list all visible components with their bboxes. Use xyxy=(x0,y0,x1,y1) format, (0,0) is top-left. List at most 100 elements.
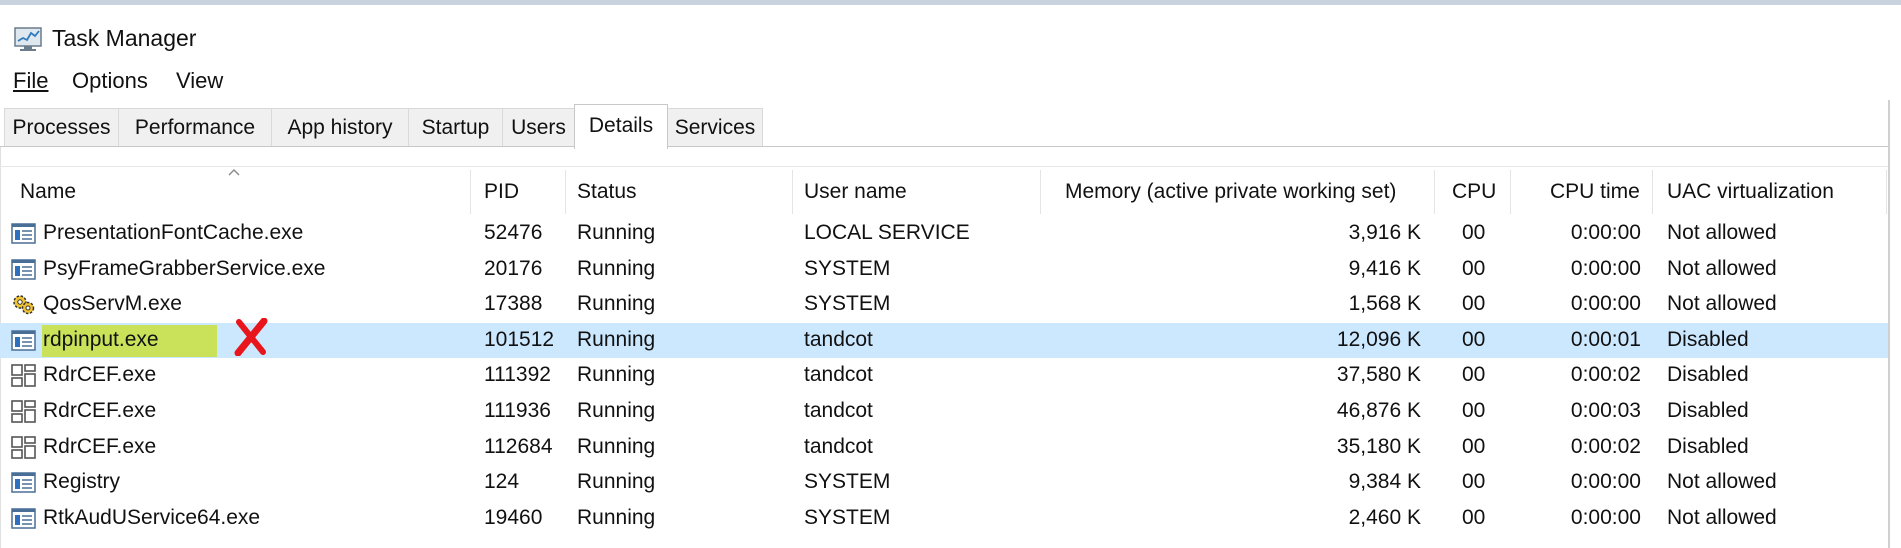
cell-pid: 111936 xyxy=(484,399,551,422)
menu-bar: File Options View xyxy=(0,62,1901,100)
tab-app-history[interactable]: App history xyxy=(271,108,409,146)
column-separator[interactable] xyxy=(1510,170,1511,214)
cell-memory: 9,384 K xyxy=(1348,470,1421,494)
column-header-uac-virtualization[interactable]: UAC virtualization xyxy=(1667,180,1834,204)
tab-performance[interactable]: Performance xyxy=(118,108,272,146)
cell-status: Running xyxy=(577,505,656,529)
table-row[interactable]: RtkAudUService64.exe 19460 Running SYSTEM 2,… xyxy=(0,501,1888,536)
cell-name: RdrCEF.exe xyxy=(43,399,157,422)
cell-user-name: tandcot xyxy=(804,327,873,351)
cell-user-name: tandcot xyxy=(804,399,873,422)
cell-name: QosServM.exe xyxy=(43,292,182,316)
column-header-user-name[interactable]: User name xyxy=(804,180,907,204)
cell-memory: 12,096 K xyxy=(1336,327,1421,351)
tab-bar-divider xyxy=(0,146,1890,147)
cell-memory: 35,180 K xyxy=(1336,434,1421,458)
cell-cpu-time: 0:00:00 xyxy=(1570,221,1641,244)
cell-user-name: SYSTEM xyxy=(804,256,891,280)
cell-cpu: 00 xyxy=(1462,505,1486,529)
column-separator[interactable] xyxy=(1040,170,1041,214)
cell-cpu-time: 0:00:00 xyxy=(1570,470,1641,494)
process-window-icon xyxy=(11,329,36,352)
process-window-icon xyxy=(11,471,36,494)
menu-file[interactable]: File xyxy=(13,68,48,94)
column-header-memory[interactable]: Memory (active private working set) xyxy=(1065,180,1396,204)
tab-details[interactable]: Details xyxy=(574,104,668,149)
column-header-cpu-time[interactable]: CPU time xyxy=(1550,180,1640,204)
process-window-icon xyxy=(11,222,36,245)
tab-users[interactable]: Users xyxy=(502,108,575,146)
cell-status: Running xyxy=(577,256,656,280)
tab-bar: Processes Performance App history Startu… xyxy=(0,104,1901,149)
tab-startup[interactable]: Startup xyxy=(408,108,503,146)
cell-cpu: 00 xyxy=(1462,221,1486,244)
cell-user-name: tandcot xyxy=(804,363,873,387)
table-row[interactable]: PresentationFontCache.exe 52476 Running LOC… xyxy=(0,216,1888,251)
cell-name: PsyFrameGrabberService.exe xyxy=(43,256,326,280)
window-right-border xyxy=(1888,100,1890,548)
table-row[interactable]: RdrCEF.exe 111936 Running tandcot 46,876 K 00… xyxy=(0,394,1888,429)
column-header-row: Name PID Status User name Memory (active… xyxy=(0,168,1888,214)
cell-uac-virtualization: Disabled xyxy=(1667,327,1749,351)
gear-service-icon xyxy=(11,293,36,316)
column-separator[interactable] xyxy=(1652,170,1653,214)
table-row[interactable]: QosServM.exe 17388 Running SYSTEM 1,568 K 00 0… xyxy=(0,287,1888,322)
cell-status: Running xyxy=(577,363,656,387)
cell-cpu: 00 xyxy=(1462,327,1486,351)
cell-pid: 111392 xyxy=(484,363,551,387)
cell-cpu: 00 xyxy=(1462,363,1486,387)
cell-pid: 20176 xyxy=(484,256,543,280)
cell-cpu-time: 0:00:03 xyxy=(1570,399,1641,422)
cell-memory: 1,568 K xyxy=(1348,292,1421,316)
cell-uac-virtualization: Not allowed xyxy=(1667,505,1777,529)
app-grid-icon xyxy=(11,400,36,423)
tab-processes[interactable]: Processes xyxy=(4,108,119,146)
app-grid-icon xyxy=(11,435,36,459)
table-row[interactable]: rdpinput.exe 101512 Running tandcot 12,096 K… xyxy=(0,322,1888,358)
cell-uac-virtualization: Disabled xyxy=(1667,399,1749,422)
table-row[interactable]: PsyFrameGrabberService.exe 20176 Running SY… xyxy=(0,252,1888,287)
tab-services[interactable]: Services xyxy=(667,108,763,146)
cell-status: Running xyxy=(577,470,656,494)
column-header-pid[interactable]: PID xyxy=(484,180,519,204)
cell-cpu-time: 0:00:02 xyxy=(1570,434,1641,458)
cell-pid: 124 xyxy=(484,470,520,494)
column-separator[interactable] xyxy=(1434,170,1435,214)
menu-options[interactable]: Options xyxy=(72,68,148,94)
header-top-divider xyxy=(0,166,1888,167)
table-row[interactable]: RdrCEF.exe 111392 Running tandcot 37,580 K 00… xyxy=(0,358,1888,393)
cell-pid: 17388 xyxy=(484,292,543,316)
column-header-cpu[interactable]: CPU xyxy=(1452,180,1496,204)
cell-uac-virtualization: Disabled xyxy=(1667,363,1749,387)
title-bar: Task Manager xyxy=(0,5,1901,65)
cell-status: Running xyxy=(577,292,656,316)
cell-cpu-time: 0:00:00 xyxy=(1570,256,1641,280)
cell-status: Running xyxy=(577,399,656,422)
cell-uac-virtualization: Not allowed xyxy=(1667,292,1777,316)
cell-memory: 2,460 K xyxy=(1348,505,1421,529)
column-header-name[interactable]: Name xyxy=(20,180,76,204)
column-separator[interactable] xyxy=(470,170,471,214)
cell-name: Registry xyxy=(43,470,121,494)
cell-user-name: tandcot xyxy=(804,434,873,458)
cell-cpu: 00 xyxy=(1462,470,1486,494)
column-separator[interactable] xyxy=(792,170,793,214)
cell-cpu: 00 xyxy=(1462,256,1486,280)
cell-status: Running xyxy=(577,221,656,244)
cell-user-name: SYSTEM xyxy=(804,470,891,494)
process-window-icon xyxy=(11,258,36,281)
column-separator[interactable] xyxy=(1886,170,1887,214)
cell-cpu-time: 0:00:00 xyxy=(1570,292,1641,316)
red-x-mark-icon xyxy=(234,318,268,356)
cell-uac-virtualization: Not allowed xyxy=(1667,221,1777,244)
menu-view[interactable]: View xyxy=(176,68,223,94)
column-header-status[interactable]: Status xyxy=(577,180,637,204)
table-row[interactable]: Registry 124 Running SYSTEM 9,384 K 00 0:00:00… xyxy=(0,465,1888,500)
column-separator[interactable] xyxy=(565,170,566,214)
table-row[interactable]: RdrCEF.exe 112684 Running tandcot 35,180 K 00… xyxy=(0,430,1888,465)
cell-pid: 112684 xyxy=(484,434,553,458)
cell-user-name: SYSTEM xyxy=(804,292,891,316)
cell-pid: 52476 xyxy=(484,221,543,244)
cell-name: rdpinput.exe xyxy=(43,327,159,351)
cell-name: RtkAudUService64.exe xyxy=(43,505,261,529)
